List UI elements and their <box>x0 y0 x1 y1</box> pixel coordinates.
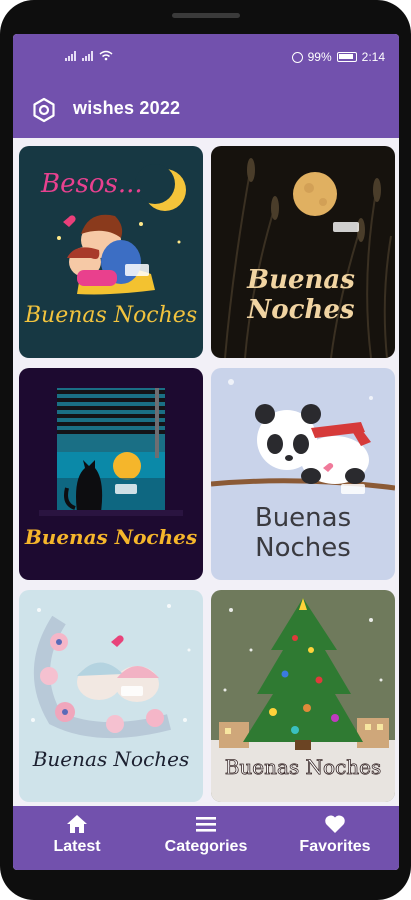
nav-categories[interactable]: Categories <box>146 814 266 856</box>
status-right: 99% 2:14 <box>291 50 385 64</box>
nav-categories-label: Categories <box>164 838 248 855</box>
battery-icon <box>336 52 357 62</box>
card-besos[interactable]: Besos... Buenas Noches <box>19 146 203 358</box>
card-line1: Buenas <box>246 265 355 295</box>
card-image: Buenas Noches <box>211 146 395 358</box>
card-image: Buenas Noches <box>19 368 203 580</box>
card-image: Buenas Noches <box>211 368 395 580</box>
card-line2: Noches <box>255 533 351 563</box>
card-main-text: Buenas Noches <box>225 755 382 779</box>
card-main-text: Buenas Noches <box>24 303 197 328</box>
phone-frame: 99% 2:14 wishes 2022 Besos... Buenas Noc… <box>0 0 411 900</box>
screen: 99% 2:14 wishes 2022 Besos... Buenas Noc… <box>13 34 399 870</box>
card-window-cat[interactable]: Buenas Noches <box>19 368 203 580</box>
signal-icon-2 <box>82 51 93 61</box>
heart-icon <box>325 815 345 833</box>
card-christmas-tree[interactable]: Buenas Noches <box>211 590 395 802</box>
phone-speaker <box>172 13 240 18</box>
nav-latest-label: Latest <box>53 838 101 855</box>
nav-favorites[interactable]: Favorites <box>275 814 395 856</box>
card-image: Buenas Noches <box>19 590 203 802</box>
card-image: Besos... Buenas Noches <box>19 146 203 358</box>
card-image: Buenas Noches <box>211 590 395 802</box>
app-bar: wishes 2022 <box>13 82 399 138</box>
menu-icon <box>196 817 216 832</box>
card-line1: Buenas <box>255 503 351 533</box>
card-top-text: Besos... <box>40 169 143 199</box>
nav-latest[interactable]: Latest <box>17 814 137 856</box>
signal-indicators <box>65 50 113 61</box>
bottom-nav: Latest Categories Favorites <box>13 806 399 870</box>
battery-percent: 99% <box>307 50 332 64</box>
clock: 2:14 <box>361 50 385 64</box>
card-main-text: Buenas Noches <box>32 747 190 771</box>
gear-icon[interactable] <box>31 97 57 123</box>
alarm-icon <box>291 51 303 63</box>
wallpaper-grid: Besos... Buenas Noches Buenas Noches Bue… <box>13 138 399 806</box>
status-bar: 99% 2:14 <box>13 34 399 82</box>
home-icon <box>67 815 87 833</box>
card-main-text: Buenas Noches <box>24 525 197 549</box>
nav-favorites-label: Favorites <box>299 838 371 855</box>
signal-icon <box>65 51 76 61</box>
card-line2: Noches <box>246 295 354 325</box>
card-moon[interactable]: Buenas Noches <box>211 146 395 358</box>
wifi-icon <box>99 50 113 61</box>
card-eggs-wreath[interactable]: Buenas Noches <box>19 590 203 802</box>
card-panda[interactable]: Buenas Noches <box>211 368 395 580</box>
app-title: wishes 2022 <box>73 98 181 118</box>
